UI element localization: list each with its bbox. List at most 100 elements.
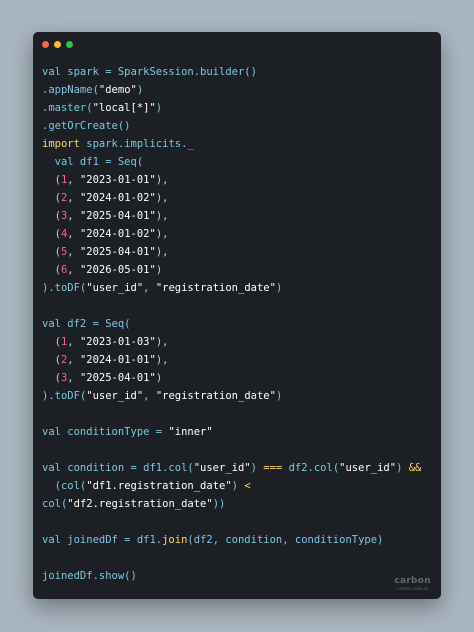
code-token: ) [231,480,245,492]
code-line: (col("df1.registration_date") < [42,477,421,495]
code-token: "2024-01-02" [79,228,156,240]
code-token: ( [42,264,61,276]
code-token: val conditionType = [42,426,169,438]
minimize-dot-icon[interactable] [54,41,61,48]
code-token: val joinedDf = df1. [42,534,163,546]
code-token: , [67,264,80,276]
code-token: ) [396,462,409,474]
code-token: .getOrCreate() [42,120,131,132]
code-token: ), [155,246,169,258]
code-token: "local[*]" [92,102,156,114]
code-token: ).toDF( [42,282,87,294]
code-token: "2025-04-01" [79,372,156,384]
code-token: ( [42,174,61,186]
code-token: spark.implicits._ [79,138,194,150]
code-token: (df2, condition, conditionType) [187,534,384,546]
code-token: , [143,282,156,294]
code-token: "2023-01-03" [79,336,156,348]
code-window: val spark = SparkSession.builder() .appNa… [33,32,441,599]
code-token: ( [42,246,61,258]
code-token: ), [155,192,169,204]
code-line: (2, "2024-01-01"), [42,351,421,369]
code-line: val spark = SparkSession.builder() [42,63,421,81]
code-token: val df1 = Seq( [42,156,144,168]
code-token: "demo" [98,84,137,96]
code-token: "2025-04-01" [79,246,156,258]
code-line: (3, "2025-04-01") [42,369,421,387]
code-token: )) [212,498,226,510]
maximize-dot-icon[interactable] [66,41,73,48]
code-token: val df2 = Seq( [42,318,131,330]
close-dot-icon[interactable] [42,41,49,48]
code-line: (4, "2024-01-02"), [42,225,421,243]
code-token: "2024-01-02" [79,192,156,204]
code-token: && [408,462,422,474]
code-token: ( [42,192,61,204]
code-token: "user_id" [86,390,144,402]
code-token: .master( [42,102,93,114]
code-line: val df2 = Seq( [42,315,421,333]
code-token: "df1.registration_date" [86,480,232,492]
code-token: .appName( [42,84,99,96]
code-token: df2.col( [282,462,340,474]
code-token: (col( [42,480,87,492]
code-token: join [162,534,188,546]
code-token: ( [42,210,61,222]
code-line: (3, "2025-04-01"), [42,207,421,225]
code-line: val df1 = Seq( [42,153,421,171]
code-line: (2, "2024-01-02"), [42,189,421,207]
code-token: "2023-01-01" [79,174,156,186]
code-token: , [67,336,80,348]
code-token: "2025-04-01" [79,210,156,222]
code-line: .appName("demo") [42,81,421,99]
code-token: ) [155,102,163,114]
code-token: "registration_date" [155,390,276,402]
code-token: , [67,228,80,240]
code-token: joinedDf.show() [42,570,137,582]
code-token: ), [155,354,169,366]
code-token: ( [42,354,61,366]
code-token: val condition = df1.col( [42,462,194,474]
code-token: , [67,192,80,204]
code-token: ).toDF( [42,390,87,402]
code-token: , [67,174,80,186]
code-token: val spark = SparkSession.builder() [42,66,257,78]
code-token: ( [42,228,61,240]
code-token: ), [155,228,169,240]
code-token: "2024-01-01" [79,354,156,366]
code-token: "df2.registration_date" [67,498,213,510]
code-token: "user_id" [193,462,251,474]
code-line: joinedDf.show() [42,567,421,585]
code-token: import [42,138,80,150]
code-token: ), [155,210,169,222]
code-block: val spark = SparkSession.builder() .appNa… [42,63,421,585]
code-token: "2026-05-01" [79,264,156,276]
code-token: < [244,480,251,492]
code-token: ), [155,174,169,186]
code-token: ) [275,390,283,402]
code-line: col("df2.registration_date")) [42,495,421,513]
code-token: , [143,390,156,402]
code-line: (1, "2023-01-01"), [42,171,421,189]
code-line: (5, "2025-04-01"), [42,243,421,261]
code-token: , [67,372,80,384]
code-line: ).toDF("user_id", "registration_date") [42,387,421,405]
code-line: .getOrCreate() [42,117,421,135]
code-token: === [263,462,283,474]
code-token: "user_id" [339,462,397,474]
code-line: val joinedDf = df1.join(df2, condition, … [42,531,421,549]
code-token: ) [136,84,144,96]
code-line: (1, "2023-01-03"), [42,333,421,351]
code-line: ).toDF("user_id", "registration_date") [42,279,421,297]
code-token: col( [42,498,68,510]
code-token: ) [155,264,163,276]
code-token: , [67,246,80,258]
code-token: ( [42,336,61,348]
code-token: , [67,354,80,366]
code-token: ) [250,462,264,474]
code-line: val conditionType = "inner" [42,423,421,441]
